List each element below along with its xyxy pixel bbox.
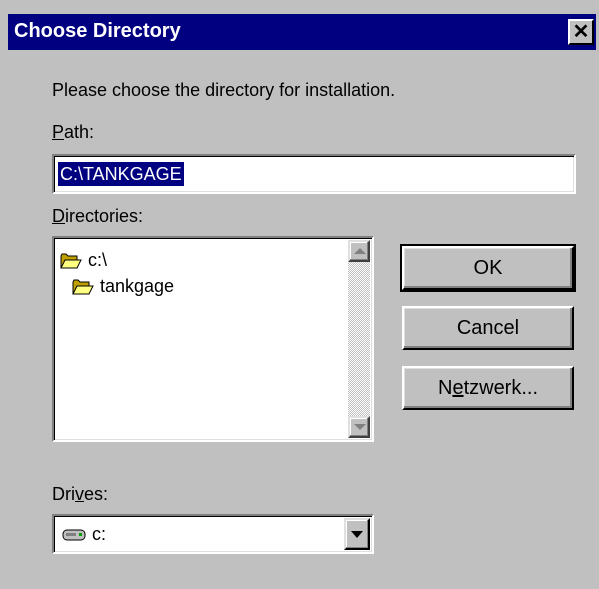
directories-list[interactable]: c:\ tankgage: [52, 236, 374, 442]
arrow-up-icon: [354, 248, 366, 254]
close-icon: ✕: [572, 21, 590, 43]
scroll-down-button[interactable]: [348, 416, 370, 438]
list-item-label: tankgage: [100, 276, 175, 296]
chevron-down-icon: [351, 531, 363, 538]
choose-directory-dialog: Choose Directory ✕ Please choose the dir…: [0, 0, 599, 589]
open-folder-icon: [72, 278, 94, 296]
list-item-label: c:\: [88, 250, 108, 270]
path-input-value: C:\TANKGAGE: [58, 162, 184, 186]
cancel-button-label: Cancel: [456, 317, 520, 339]
path-input[interactable]: C:\TANKGAGE: [52, 154, 576, 194]
vertical-scrollbar[interactable]: [348, 240, 370, 438]
network-label-rest: tzwerk...: [463, 377, 539, 399]
directories-label: Directories:: [52, 206, 143, 227]
prompt-text: Please choose the directory for installa…: [52, 80, 396, 100]
open-folder-icon: [60, 252, 82, 270]
network-label-accel: e: [452, 377, 464, 399]
hard-drive-icon: [62, 526, 86, 547]
network-button[interactable]: Netzwerk...: [402, 366, 574, 410]
drives-select[interactable]: c:: [52, 514, 374, 554]
window-title: Choose Directory: [14, 20, 181, 42]
close-button[interactable]: ✕: [568, 19, 594, 45]
network-label-pre: N: [437, 377, 453, 399]
drives-label: Drives:: [52, 484, 108, 505]
path-label-rest: ath:: [64, 122, 95, 142]
drives-label-accel: v: [75, 484, 84, 504]
cancel-button[interactable]: Cancel: [402, 306, 574, 350]
path-label: Path:: [52, 122, 94, 143]
drives-dropdown-button[interactable]: [344, 518, 370, 550]
directories-label-rest: irectories:: [65, 206, 144, 226]
drives-selected-value: c:: [92, 524, 107, 544]
drives-label-pre: Dri: [52, 484, 75, 504]
drives-label-rest: es:: [84, 484, 109, 504]
title-bar[interactable]: Choose Directory ✕: [8, 14, 596, 50]
list-item-tankgage[interactable]: tankgage: [72, 274, 174, 298]
path-label-accel: P: [52, 122, 65, 142]
list-item-drive-root[interactable]: c:\: [60, 248, 107, 272]
scroll-up-button[interactable]: [348, 240, 370, 262]
network-button-label: Netzwerk...: [404, 368, 572, 408]
directories-label-accel: D: [52, 206, 65, 226]
ok-button-label: OK: [473, 257, 503, 279]
ok-button[interactable]: OK: [400, 244, 576, 292]
arrow-down-icon: [354, 424, 366, 430]
